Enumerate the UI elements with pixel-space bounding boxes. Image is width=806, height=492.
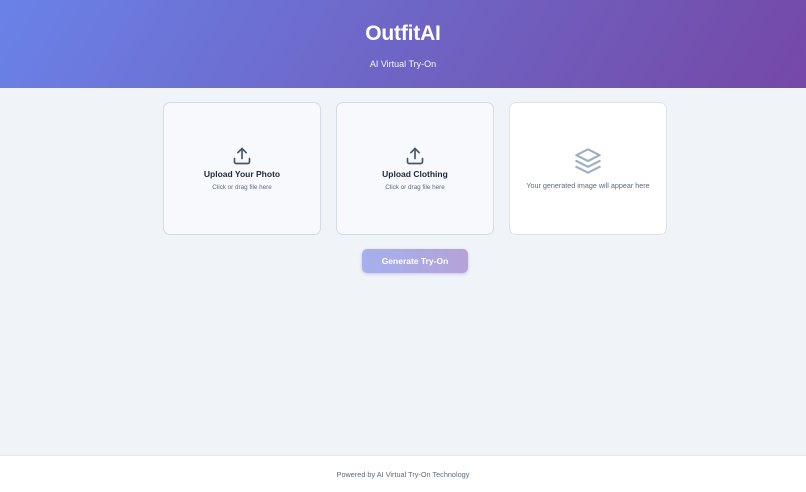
upload-icon [232, 146, 252, 166]
upload-clothing-card[interactable]: Upload Clothing Click or drag file here [336, 102, 494, 235]
upload-photo-card[interactable]: Upload Your Photo Click or drag file her… [163, 102, 321, 235]
generate-try-on-button[interactable]: Generate Try-On [362, 249, 468, 273]
result-placeholder-text: Your generated image will appear here [526, 181, 650, 190]
upload-clothing-title: Upload Clothing [382, 169, 448, 179]
tagline: AI Virtual Try-On [369, 58, 437, 69]
result-preview-card: Your generated image will appear here [509, 102, 667, 235]
upload-clothing-hint: Click or drag file here [385, 184, 445, 191]
main-content: Upload Your Photo Click or drag file her… [0, 88, 806, 455]
brand-logo: OutfitAI [365, 21, 441, 45]
layers-icon [574, 147, 602, 175]
page-footer: Powered by AI Virtual Try-On Technology [0, 455, 806, 492]
upload-photo-hint: Click or drag file here [212, 184, 272, 191]
app-header: OutfitAI AI Virtual Try-On [0, 0, 806, 88]
footer-text: Powered by AI Virtual Try-On Technology [336, 469, 470, 479]
upload-photo-title: Upload Your Photo [203, 169, 281, 179]
upload-icon [405, 146, 425, 166]
